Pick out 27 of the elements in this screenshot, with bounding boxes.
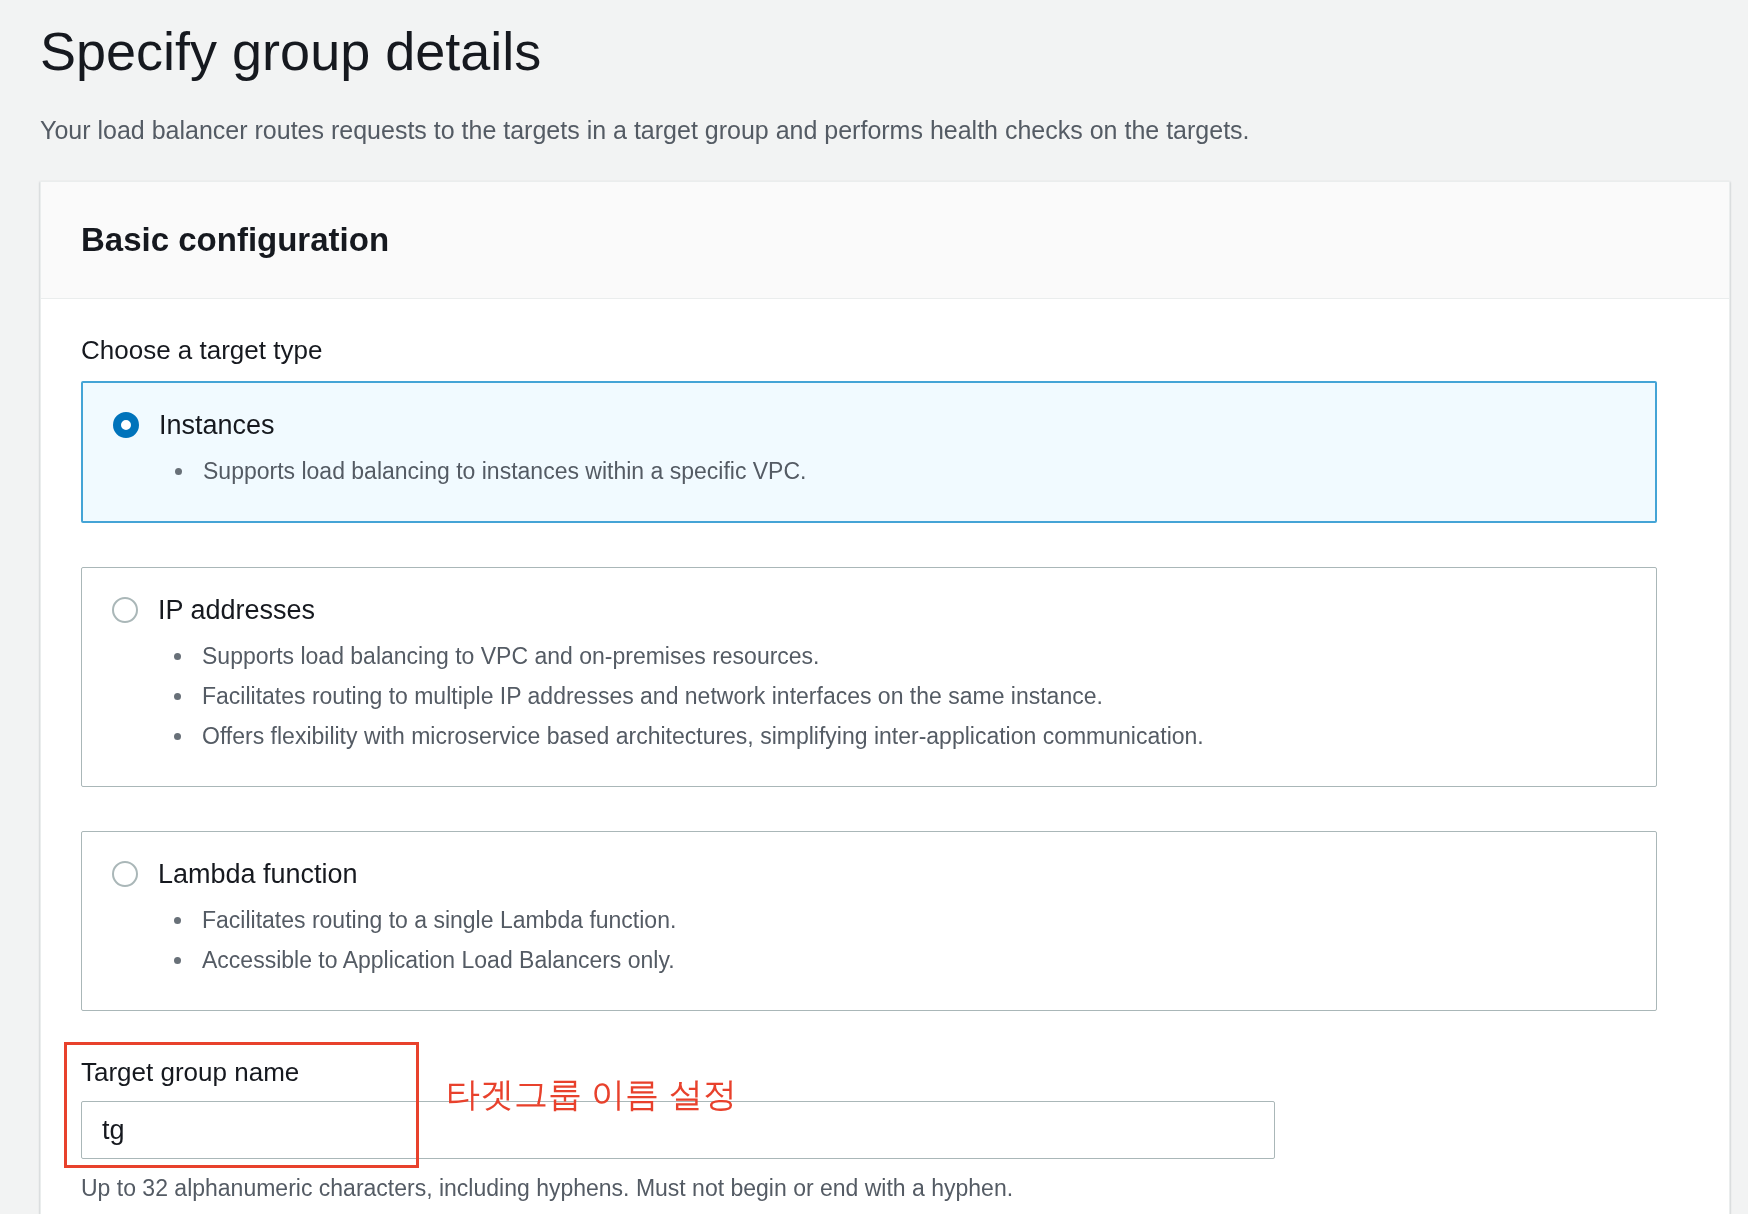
radio-button[interactable]: [113, 412, 139, 438]
option-label: IP addresses: [158, 594, 316, 627]
option-tile[interactable]: [81, 567, 1657, 787]
option-bullet: Facilitates routing to multiple IP addresses and network interfaces on the same instance.: [202, 682, 1103, 711]
option-tile[interactable]: Instances Supports load balancing to instances within a specific VPC.: [81, 381, 1657, 523]
field-hint: Up to 32 alphanumeric characters, including hyphens. Must not begin or end with a hyphen.: [81, 1174, 1014, 1203]
bullet-icon: [174, 916, 181, 924]
option-bullet: Facilitates routing to a single Lambda function.: [202, 906, 677, 935]
field-label: Target group name: [81, 1056, 300, 1089]
option-bullet: Accessible to Application Load Balancers only.: [202, 946, 675, 975]
option-label: Instances: [159, 409, 275, 442]
option-bullet: Supports load balancing to VPC and on-premises resources.: [202, 642, 820, 671]
bullet-icon: [175, 467, 182, 475]
option-tile[interactable]: Lambda function Facilitates routing to a single Lambda function. Accessible to Application Load Balancers only.: [81, 831, 1657, 1011]
radio-button[interactable]: [112, 597, 138, 623]
radio-button[interactable]: [112, 861, 138, 887]
option-bullet: Supports load balancing to instances within a specific VPC.: [203, 457, 807, 486]
page-title: Specify group details: [40, 20, 543, 83]
bullet-icon: [174, 732, 181, 740]
bullet-icon: [174, 956, 181, 964]
page-description: Your load balancer routes requests to the targets in a target group and performs health checks on the targets.: [40, 115, 1251, 146]
option-label: Lambda function: [158, 858, 358, 891]
bullet-icon: [174, 692, 181, 700]
option-bullet: Offers flexibility with microservice based architectures, simplifying inter-application communication.: [202, 722, 1204, 751]
field-label: Choose a target type: [81, 334, 323, 367]
panel-title: Basic configuration: [81, 221, 390, 259]
bullet-icon: [174, 652, 181, 660]
